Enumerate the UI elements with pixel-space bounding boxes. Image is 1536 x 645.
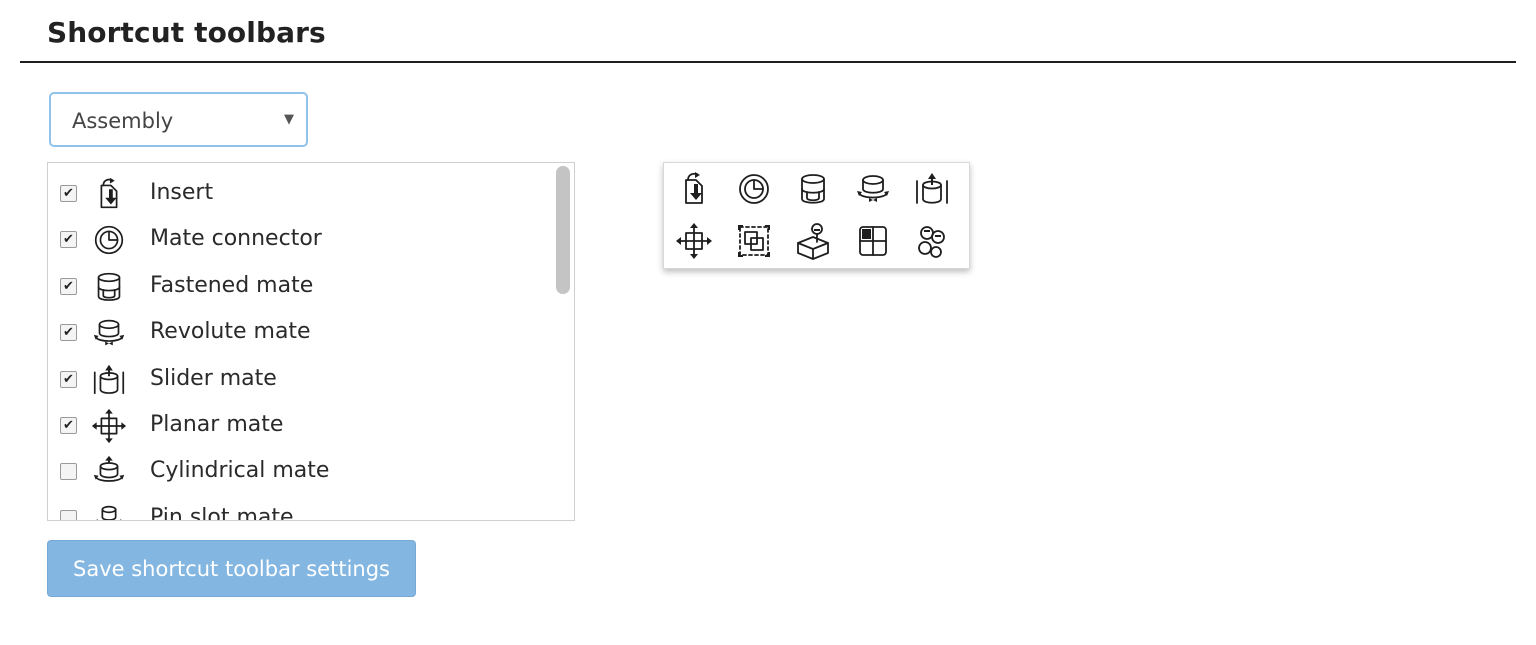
feature-row[interactable]: Pin slot mate <box>48 493 548 521</box>
feature-row[interactable]: ✔ Slider mate <box>48 354 548 400</box>
feature-row[interactable]: ✔ Mate connector <box>48 214 548 260</box>
dropdown-arrow-icon: ▼ <box>284 112 294 127</box>
fastened-mate-icon <box>90 268 128 306</box>
feature-checkbox[interactable] <box>60 463 77 481</box>
feature-row[interactable]: ✔ Revolute mate <box>48 307 548 353</box>
feature-checkbox[interactable]: ✔ <box>60 185 77 202</box>
feature-checkbox[interactable] <box>60 509 77 520</box>
feature-label: Pin slot mate <box>150 504 294 521</box>
feature-label: Insert <box>150 180 214 205</box>
feature-checkbox[interactable]: ✔ <box>60 370 77 388</box>
feature-list-scrollbar[interactable] <box>556 166 570 518</box>
feature-checkbox[interactable]: ✔ <box>60 277 77 295</box>
feature-label: Fastened mate <box>150 272 314 298</box>
revolute-mate-icon <box>853 169 893 209</box>
pin-slot-mate-icon <box>90 500 128 520</box>
feature-row[interactable]: ✔ Planar mate <box>48 400 548 446</box>
gear-relation-icon <box>912 221 952 261</box>
cylindrical-mate-icon <box>90 453 128 491</box>
mate-connector-icon <box>90 221 128 259</box>
replicate-icon <box>853 221 893 261</box>
feature-label: Slider mate <box>150 365 277 391</box>
feature-checkbox[interactable]: ✔ <box>60 231 77 249</box>
section-divider <box>20 61 1516 63</box>
toolbar-type-selected-value: Assembly <box>72 109 174 133</box>
mate-connector-icon <box>734 169 774 209</box>
scrollbar-thumb[interactable] <box>556 166 570 294</box>
toolbar-type-select[interactable]: Assembly ▼ <box>49 92 308 147</box>
insert-icon <box>90 175 128 213</box>
planar-mate-icon <box>674 221 714 261</box>
toolbar-preview <box>663 162 970 269</box>
section-title: Shortcut toolbars <box>47 16 326 49</box>
feature-label: Revolute mate <box>150 319 311 345</box>
save-shortcut-settings-button[interactable]: Save shortcut toolbar settings <box>47 540 416 597</box>
insert-icon <box>674 169 714 209</box>
tangent-mate-icon <box>793 221 833 261</box>
feature-row[interactable]: Cylindrical mate <box>48 446 548 492</box>
slider-mate-icon <box>912 169 952 209</box>
feature-row[interactable]: ✔ Fastened mate <box>48 261 548 307</box>
planar-mate-icon <box>90 407 128 445</box>
feature-label: Cylindrical mate <box>150 458 330 484</box>
feature-checkbox[interactable]: ✔ <box>60 417 77 434</box>
feature-row[interactable]: ✔ Insert <box>48 168 548 214</box>
revolute-mate-icon <box>90 314 128 352</box>
feature-label: Planar mate <box>150 412 284 437</box>
fastened-mate-icon <box>793 169 833 209</box>
feature-list[interactable]: ✔ Insert ✔ Mate connector ✔ Fastened mate ✔ Rev… <box>47 162 575 521</box>
feature-checkbox[interactable]: ✔ <box>60 324 77 342</box>
feature-label: Mate connector <box>150 226 322 252</box>
slider-mate-icon <box>90 361 128 399</box>
group-icon <box>734 221 774 261</box>
